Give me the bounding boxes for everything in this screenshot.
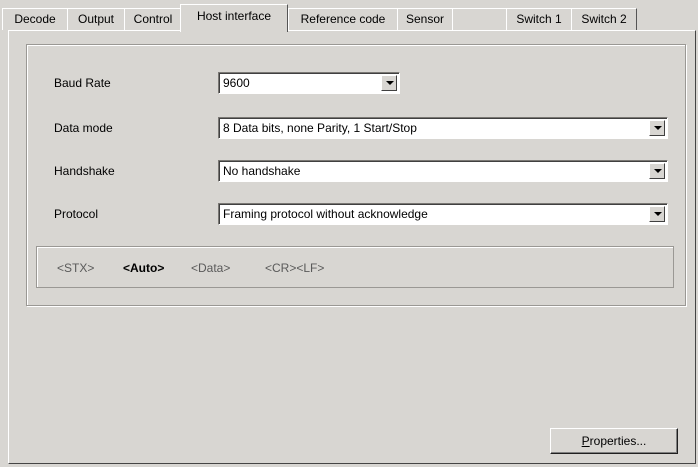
protocol-label: Protocol xyxy=(54,207,99,221)
protocol-data: <Data> xyxy=(191,261,231,275)
data-mode-label: Data mode xyxy=(54,121,113,135)
chevron-down-icon[interactable] xyxy=(649,163,665,179)
handshake-value: No handshake xyxy=(223,164,301,178)
data-mode-value: 8 Data bits, none Parity, 1 Start/Stop xyxy=(223,121,417,135)
tab-host-interface[interactable]: Host interface xyxy=(180,4,288,32)
tab-decode[interactable]: Decode xyxy=(2,8,68,30)
handshake-label: Handshake xyxy=(54,164,115,178)
properties-button[interactable]: Properties... xyxy=(550,428,678,454)
protocol-value: Framing protocol without acknowledge xyxy=(223,207,428,221)
baud-rate-select[interactable]: 9600 xyxy=(218,72,400,94)
tab-blank[interactable] xyxy=(452,8,507,30)
data-mode-select[interactable]: 8 Data bits, none Parity, 1 Start/Stop xyxy=(218,117,668,139)
properties-label: roperties... xyxy=(589,434,647,448)
baud-rate-label: Baud Rate xyxy=(54,76,111,90)
tab-output[interactable]: Output xyxy=(67,8,125,30)
tab-switch-1[interactable]: Switch 1 xyxy=(506,8,572,30)
protocol-crlf: <CR><LF> xyxy=(265,261,325,275)
tab-reference-code[interactable]: Reference code xyxy=(288,8,398,30)
protocol-auto: <Auto> xyxy=(123,261,165,275)
chevron-down-icon[interactable] xyxy=(381,75,397,91)
tab-control[interactable]: Control xyxy=(124,8,182,30)
protocol-format-box: <STX> <Auto> <Data> <CR><LF> xyxy=(36,246,674,288)
protocol-stx: <STX> xyxy=(57,261,95,275)
baud-rate-value: 9600 xyxy=(223,76,250,90)
protocol-select[interactable]: Framing protocol without acknowledge xyxy=(218,203,668,225)
handshake-select[interactable]: No handshake xyxy=(218,160,668,182)
properties-accelerator: P xyxy=(581,434,590,448)
chevron-down-icon[interactable] xyxy=(649,206,665,222)
tab-switch-2[interactable]: Switch 2 xyxy=(571,8,637,30)
tab-sensor[interactable]: Sensor xyxy=(397,8,453,30)
chevron-down-icon[interactable] xyxy=(649,120,665,136)
